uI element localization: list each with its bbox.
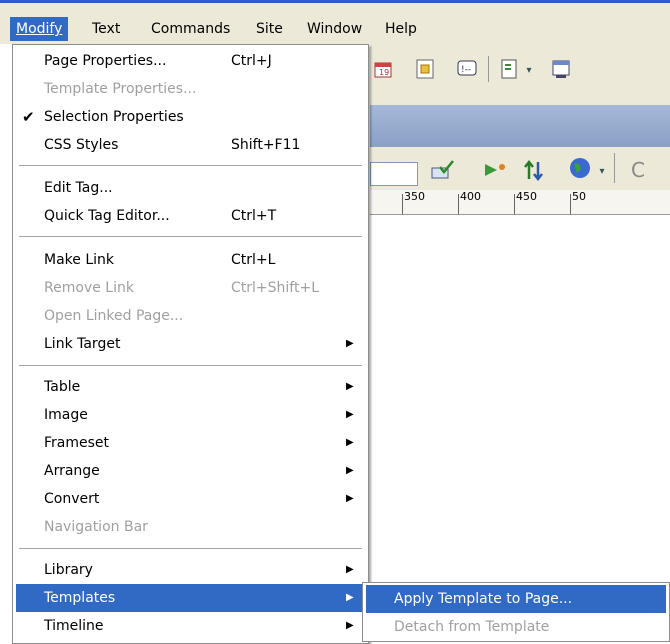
- menu-separator: [19, 548, 362, 549]
- menu-modify[interactable]: Modify: [10, 17, 69, 41]
- ruler-label: 50: [572, 190, 586, 203]
- submenu-arrow-icon: ▶: [346, 564, 354, 575]
- ruler-tick: [514, 194, 515, 214]
- menu-item-timeline[interactable]: Timeline ▶: [16, 612, 365, 640]
- menu-bar: Modify Text Commands Site Window Help: [0, 0, 670, 44]
- submenu-arrow-icon: ▶: [346, 381, 354, 392]
- modify-menu: Page Properties... Ctrl+J Template Prope…: [12, 44, 369, 644]
- checkmark-icon: ✔: [22, 108, 35, 126]
- toolbar-separator: [614, 153, 615, 183]
- menu-item-apply-template[interactable]: Apply Template to Page...: [366, 585, 666, 613]
- globe-icon[interactable]: [566, 155, 596, 183]
- refresh-icon[interactable]: C: [626, 157, 650, 183]
- comment-icon[interactable]: !--: [454, 56, 480, 82]
- panel-title-strip: [370, 105, 670, 147]
- menu-text[interactable]: Text: [86, 17, 126, 41]
- menu-separator: [19, 365, 362, 366]
- toolbar-separator: [488, 56, 489, 82]
- menu-item-make-link[interactable]: Make Link Ctrl+L: [16, 246, 365, 274]
- menu-help[interactable]: Help: [379, 17, 423, 41]
- menu-item-table[interactable]: Table ▶: [16, 373, 365, 401]
- chevron-down-icon[interactable]: ▾: [522, 60, 536, 80]
- menu-separator: [19, 165, 362, 166]
- menu-item-convert[interactable]: Convert ▶: [16, 485, 365, 513]
- menu-commands[interactable]: Commands: [145, 17, 236, 41]
- script-icon[interactable]: [548, 56, 574, 82]
- menu-item-css-styles[interactable]: CSS Styles Shift+F11: [16, 131, 365, 159]
- menu-item-template-properties[interactable]: Template Properties...: [16, 75, 365, 103]
- menu-item-page-properties[interactable]: Page Properties... Ctrl+J: [16, 47, 365, 75]
- menu-item-frameset[interactable]: Frameset ▶: [16, 429, 365, 457]
- title-input[interactable]: [370, 162, 418, 186]
- submenu-arrow-icon: ▶: [346, 592, 354, 603]
- submenu-arrow-icon: ▶: [346, 409, 354, 420]
- calendar-icon[interactable]: 19: [370, 56, 396, 82]
- menu-item-link-target[interactable]: Link Target ▶: [16, 330, 365, 358]
- menu-item-quick-tag-editor[interactable]: Quick Tag Editor... Ctrl+T: [16, 202, 365, 230]
- submenu-arrow-icon: ▶: [346, 437, 354, 448]
- submenu-arrow-icon: ▶: [346, 620, 354, 631]
- menu-item-arrange[interactable]: Arrange ▶: [16, 457, 365, 485]
- menu-item-open-linked-page[interactable]: Open Linked Page...: [16, 302, 365, 330]
- menu-separator: [19, 236, 362, 237]
- validate-icon[interactable]: [428, 157, 458, 183]
- menu-window[interactable]: Window: [301, 17, 368, 41]
- ruler-tick: [402, 194, 403, 214]
- horizontal-ruler: 350 400 450 50: [370, 190, 670, 215]
- menu-item-selection-properties[interactable]: ✔ Selection Properties: [16, 103, 365, 131]
- menu-item-detach-template[interactable]: Detach from Template: [366, 613, 666, 641]
- svg-text:!--: !--: [461, 65, 471, 75]
- ruler-label: 450: [516, 190, 537, 203]
- file-transfer-icon[interactable]: [520, 157, 550, 183]
- menu-item-library[interactable]: Library ▶: [16, 556, 365, 584]
- menu-item-image[interactable]: Image ▶: [16, 401, 365, 429]
- chevron-down-icon[interactable]: ▾: [596, 161, 608, 181]
- ruler-tick: [570, 194, 571, 214]
- menu-item-remove-link[interactable]: Remove Link Ctrl+Shift+L: [16, 274, 365, 302]
- menu-item-edit-tag[interactable]: Edit Tag...: [16, 174, 365, 202]
- ruler-tick: [458, 194, 459, 214]
- templates-submenu: Apply Template to Page... Detach from Te…: [362, 582, 670, 642]
- ruler-label: 350: [404, 190, 425, 203]
- document-toolbar: 19 !-- ▾: [370, 44, 670, 105]
- template-icon[interactable]: [412, 56, 438, 82]
- ruler-label: 400: [460, 190, 481, 203]
- submenu-arrow-icon: ▶: [346, 465, 354, 476]
- menu-item-navigation-bar[interactable]: Navigation Bar: [16, 513, 365, 541]
- preview-icon[interactable]: [480, 157, 510, 183]
- menu-site[interactable]: Site: [250, 17, 289, 41]
- menu-item-templates[interactable]: Templates ▶: [16, 584, 365, 612]
- submenu-arrow-icon: ▶: [346, 338, 354, 349]
- submenu-arrow-icon: ▶: [346, 493, 354, 504]
- head-content-icon[interactable]: [496, 56, 522, 82]
- svg-text:19: 19: [379, 68, 389, 77]
